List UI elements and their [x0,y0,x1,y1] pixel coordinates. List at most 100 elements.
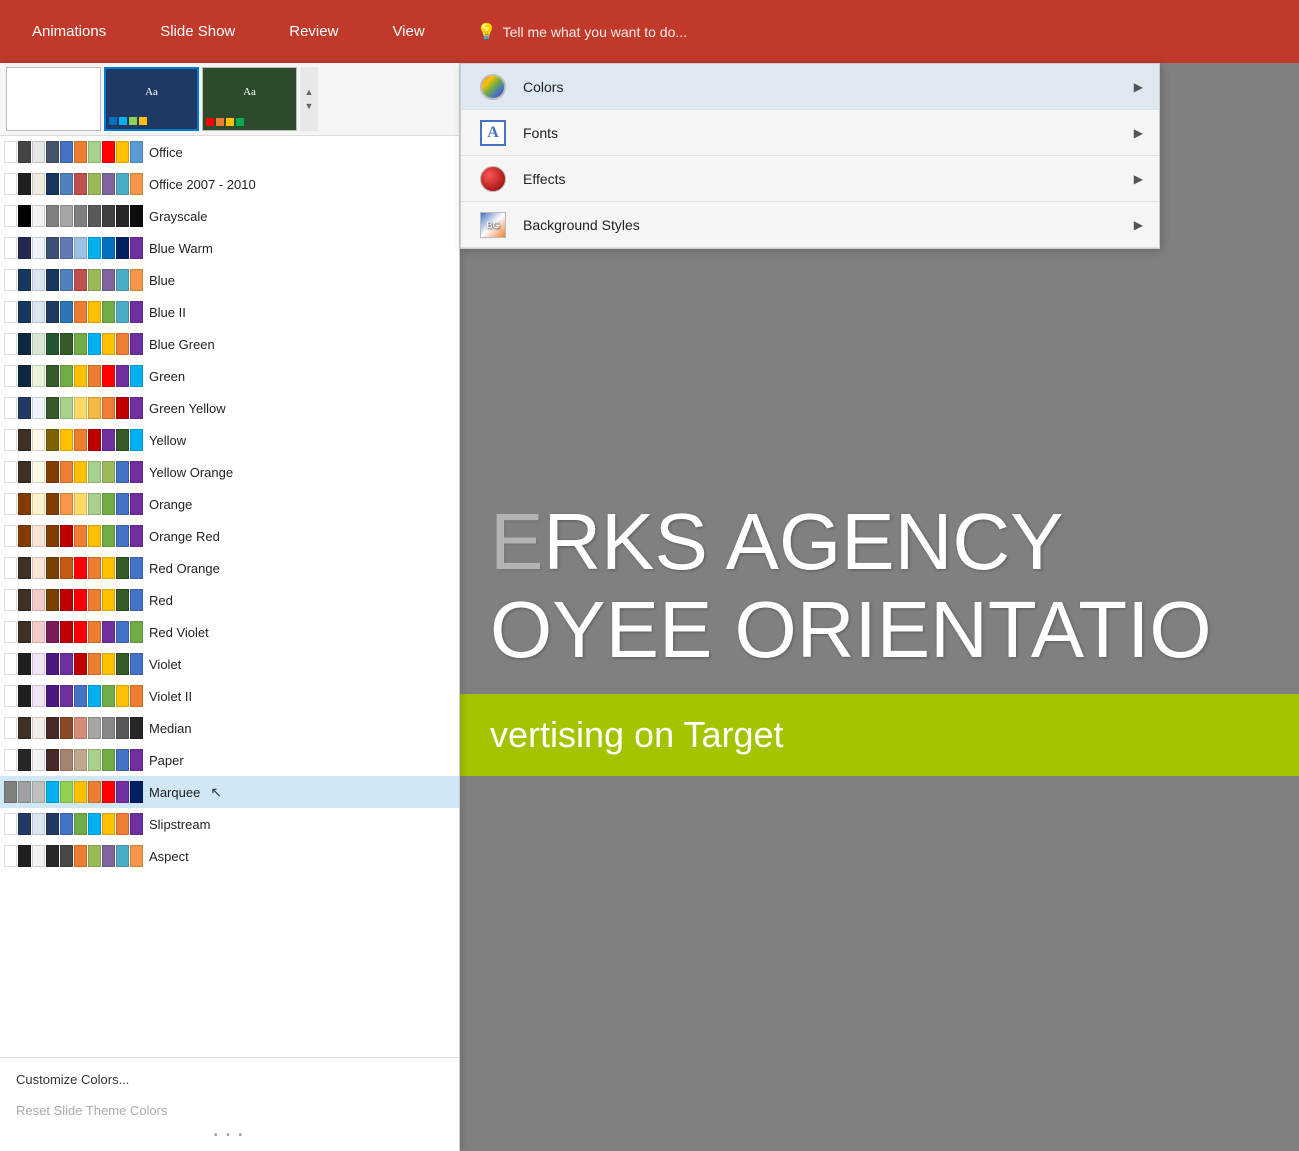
color-item-violet[interactable]: Violet [0,648,459,680]
color-item-median[interactable]: Median [0,712,459,744]
menu-label: Effects [523,171,1120,187]
menu-label: Fonts [523,125,1120,141]
color-item-slipstream[interactable]: Slipstream [0,808,459,840]
color-item-marquee[interactable]: Marquee↖ [0,776,459,808]
menu-arrow-icon: ▶ [1134,172,1143,186]
bottom-links: Customize Colors... Reset Slide Theme Co… [0,1057,459,1151]
color-item-blue-green[interactable]: Blue Green [0,328,459,360]
theme-thumb-pattern[interactable]: Aa [104,67,199,131]
color-item-red-violet[interactable]: Red Violet [0,616,459,648]
color-list: Office Office 2007 - 2010 Grayscale Blue Wa… [0,136,459,1057]
tab-slideshow[interactable]: Slide Show [148,15,247,48]
tell-me-text: Tell me what you want to do... [503,24,687,40]
left-panel: Aa Aa [0,63,460,1151]
color-item-label: Blue Green [149,337,215,352]
color-item-orange-red[interactable]: Orange Red [0,520,459,552]
reset-colors-link: Reset Slide Theme Colors [0,1095,459,1126]
tab-animations[interactable]: Animations [20,15,118,48]
color-item-label: Violet [149,657,181,672]
menu-label: Colors [523,79,1120,95]
fonts-icon: A [477,117,509,149]
tell-me-box[interactable]: 💡 Tell me what you want to do... [477,22,687,42]
swatch-group [4,781,143,803]
menu-item-colors[interactable]: Colors▶ [461,64,1159,110]
color-item-label: Blue II [149,305,186,320]
color-item-label: Paper [149,753,184,768]
swatch-group [4,173,143,195]
swatch-group [4,397,143,419]
color-item-blue-warm[interactable]: Blue Warm [0,232,459,264]
swatch-group [4,141,143,163]
background-styles-icon: BG [477,209,509,241]
color-item-label: Red Orange [149,561,220,576]
color-item-orange[interactable]: Orange [0,488,459,520]
color-item-yellow-orange[interactable]: Yellow Orange [0,456,459,488]
slide-subtitle: vertising on Target [490,714,1269,756]
lightbulb-icon: 💡 [477,22,497,42]
swatch-group [4,749,143,771]
swatch-group [4,557,143,579]
color-item-label: Blue [149,273,175,288]
color-item-aspect[interactable]: Aspect [0,840,459,872]
color-item-label: Grayscale [149,209,208,224]
theme-thumb-dark[interactable]: Aa [202,67,297,131]
color-item-label: Red [149,593,173,608]
menu-label: Background Styles [523,217,1120,233]
color-item-label: Blue Warm [149,241,213,256]
swatch-group [4,493,143,515]
swatch-group [4,813,143,835]
color-item-blue[interactable]: Blue [0,264,459,296]
tab-view[interactable]: View [380,15,436,48]
color-item-label: Green Yellow [149,401,226,416]
right-menu: Colors▶AFonts▶Effects▶BGBackground Style… [460,63,1160,249]
color-item-paper[interactable]: Paper [0,744,459,776]
swatch-group [4,653,143,675]
main-area: Aa Aa [0,63,1299,1151]
swatch-group [4,205,143,227]
color-item-violet-ii[interactable]: Violet II [0,680,459,712]
slide-title-line2: OYEE ORIENTATIO [460,586,1299,674]
color-item-label: Violet II [149,689,192,704]
color-item-label: Median [149,721,192,736]
color-item-office-2007---2010[interactable]: Office 2007 - 2010 [0,168,459,200]
color-item-yellow[interactable]: Yellow [0,424,459,456]
color-item-red-orange[interactable]: Red Orange [0,552,459,584]
color-item-office[interactable]: Office [0,136,459,168]
menu-arrow-icon: ▶ [1134,218,1143,232]
swatch-group [4,525,143,547]
color-item-label: Office 2007 - 2010 [149,177,256,192]
color-item-label: Orange Red [149,529,220,544]
color-item-green[interactable]: Green [0,360,459,392]
color-item-green-yellow[interactable]: Green Yellow [0,392,459,424]
menu-item-background-styles[interactable]: BG Background Styles ▶ [461,202,1159,248]
menu-item-fonts[interactable]: A Fonts ▶ [461,110,1159,156]
swatch-group [4,621,143,643]
swatch-group [4,429,143,451]
color-item-label: Aspect [149,849,189,864]
menu-arrow-icon: ▶ [1134,126,1143,140]
color-item-label: Slipstream [149,817,210,832]
color-item-label: Red Violet [149,625,209,640]
slide-subtitle-bar: vertising on Target [460,694,1299,776]
color-item-label: Yellow Orange [149,465,233,480]
theme-thumb-first[interactable] [6,67,101,131]
color-item-blue-ii[interactable]: Blue II [0,296,459,328]
slide-title-line1: ERKS AGENCY [460,498,1299,586]
swatch-group [4,237,143,259]
color-item-label: Green [149,369,185,384]
swatch-group [4,333,143,355]
tab-review[interactable]: Review [277,15,350,48]
color-item-red[interactable]: Red [0,584,459,616]
effects-icon [477,163,509,195]
swatch-group [4,461,143,483]
swatch-group [4,717,143,739]
swatch-group [4,301,143,323]
themes-scroll[interactable]: ▲ ▼ [300,67,318,131]
selection-cursor: ↖ [210,784,222,801]
colors-icon [477,71,509,103]
color-item-grayscale[interactable]: Grayscale [0,200,459,232]
customize-colors-link[interactable]: Customize Colors... [0,1064,459,1095]
color-item-label: Yellow [149,433,186,448]
menu-item-effects[interactable]: Effects ▶ [461,156,1159,202]
swatch-group [4,589,143,611]
